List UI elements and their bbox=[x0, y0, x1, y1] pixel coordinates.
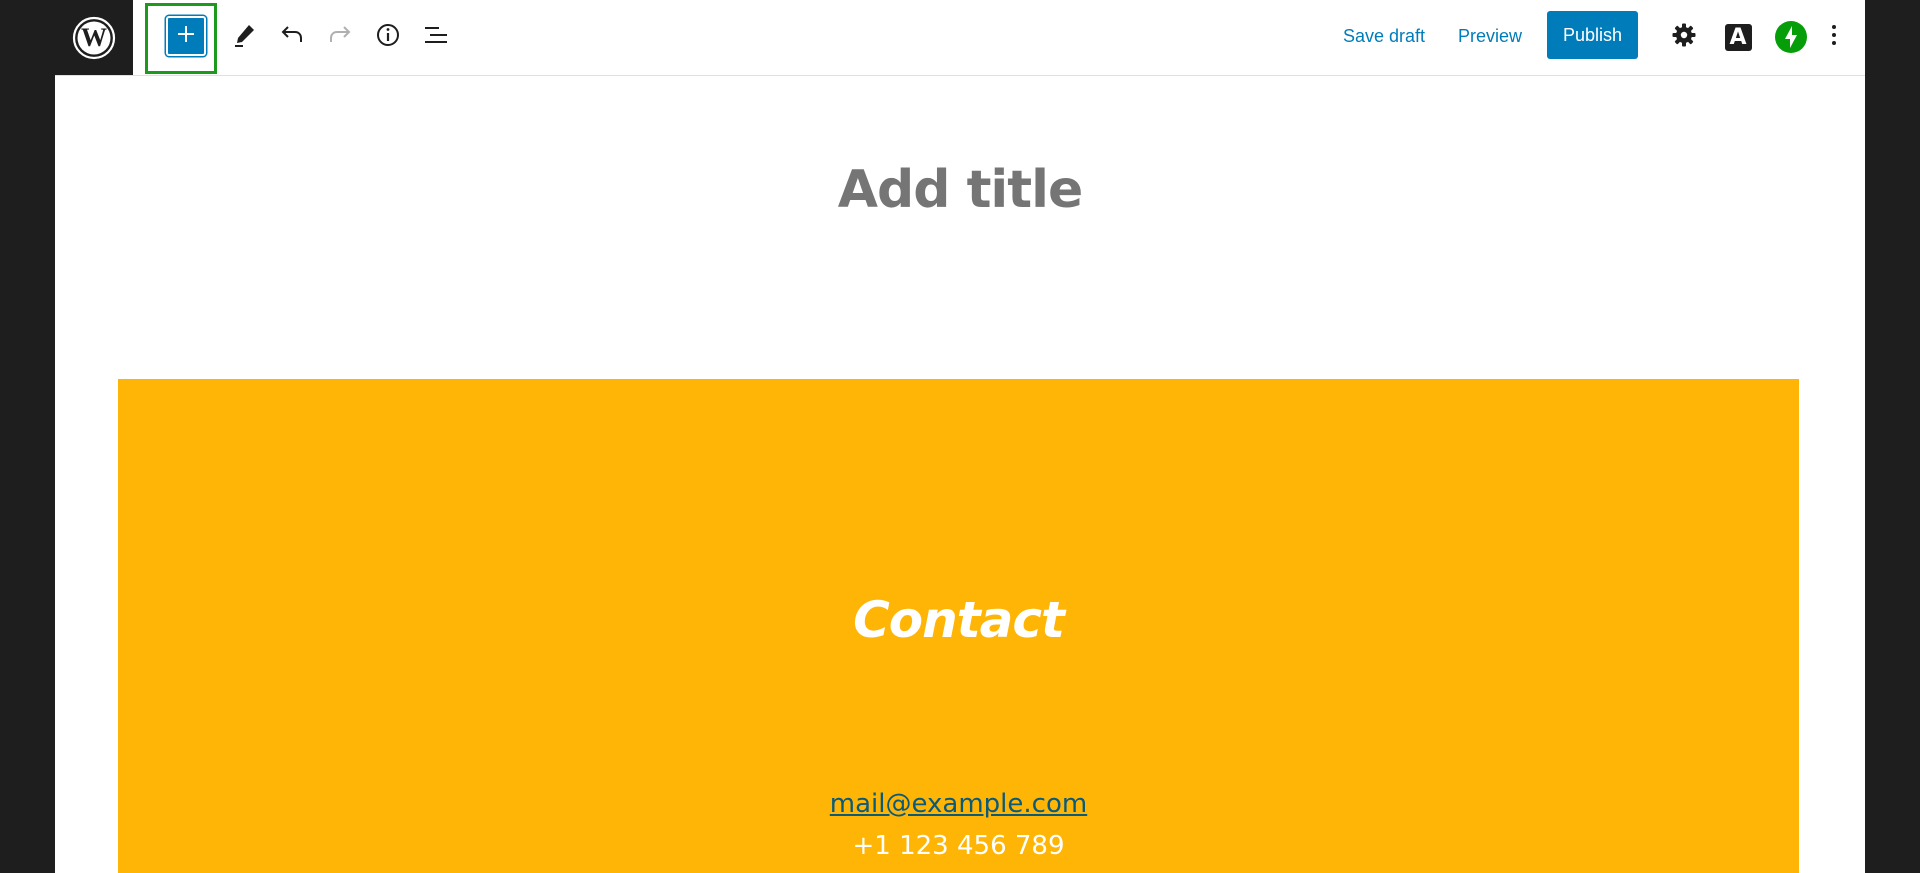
info-icon bbox=[375, 22, 401, 53]
plus-icon bbox=[175, 23, 197, 50]
svg-text:W: W bbox=[81, 23, 107, 52]
options-button[interactable] bbox=[1814, 17, 1854, 57]
undo-icon bbox=[279, 22, 305, 53]
redo-button[interactable] bbox=[320, 17, 360, 57]
astra-icon: A bbox=[1724, 23, 1752, 51]
email-link[interactable]: mail@example.com bbox=[830, 789, 1087, 819]
more-vertical-icon bbox=[1829, 22, 1839, 53]
jetpack-icon bbox=[1775, 21, 1807, 53]
save-draft-button[interactable]: Save draft bbox=[1343, 22, 1425, 50]
add-block-button[interactable] bbox=[166, 16, 206, 56]
publish-button[interactable]: Publish bbox=[1547, 11, 1638, 59]
post-title-input[interactable]: Add title bbox=[55, 160, 1865, 220]
jetpack-button[interactable] bbox=[1771, 17, 1811, 57]
tools-button[interactable] bbox=[224, 17, 264, 57]
cover-block[interactable]: Contact mail@example.com +1 123 456 789 bbox=[118, 379, 1799, 873]
editor-header: W Save draft Preview Publish A bbox=[55, 0, 1865, 76]
cover-heading[interactable]: Contact bbox=[118, 591, 1799, 649]
undo-button[interactable] bbox=[272, 17, 312, 57]
preview-button[interactable]: Preview bbox=[1458, 22, 1522, 50]
astra-settings-button[interactable]: A bbox=[1718, 17, 1758, 57]
block-editor: W Save draft Preview Publish A Add title… bbox=[55, 0, 1865, 873]
settings-button[interactable] bbox=[1664, 17, 1704, 57]
screen: W Save draft Preview Publish A Add title… bbox=[0, 0, 1920, 873]
pencil-icon bbox=[231, 22, 257, 53]
gear-icon bbox=[1671, 22, 1697, 53]
list-view-icon bbox=[423, 22, 449, 53]
wordpress-logo-icon[interactable]: W bbox=[55, 0, 133, 75]
details-button[interactable] bbox=[368, 17, 408, 57]
list-view-button[interactable] bbox=[416, 17, 456, 57]
email-link-row: mail@example.com bbox=[118, 789, 1799, 819]
phone-text[interactable]: +1 123 456 789 bbox=[118, 831, 1799, 861]
redo-icon bbox=[327, 22, 353, 53]
